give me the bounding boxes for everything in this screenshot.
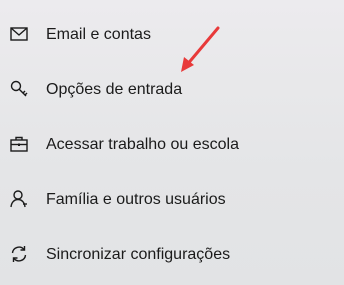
menu-item-sync-settings[interactable]: Sincronizar configurações bbox=[0, 234, 344, 278]
person-icon bbox=[8, 188, 30, 210]
menu-item-label: Acessar trabalho ou escola bbox=[46, 136, 239, 153]
briefcase-icon bbox=[8, 133, 30, 155]
menu-item-sign-in-options[interactable]: Opções de entrada bbox=[0, 69, 344, 113]
menu-item-access-work-school[interactable]: Acessar trabalho ou escola bbox=[0, 124, 344, 168]
settings-menu: Email e contas Opções de entrada Acessar… bbox=[0, 0, 344, 285]
menu-item-label: Sincronizar configurações bbox=[46, 246, 231, 263]
menu-item-family-other-users[interactable]: Família e outros usuários bbox=[0, 179, 344, 223]
menu-item-label: Opções de entrada bbox=[46, 81, 183, 98]
key-icon bbox=[8, 78, 30, 100]
mail-icon bbox=[8, 23, 30, 45]
menu-item-label: Email e contas bbox=[46, 26, 151, 43]
red-arrow-annotation bbox=[181, 26, 220, 72]
menu-item-email-accounts[interactable]: Email e contas bbox=[0, 14, 344, 58]
menu-item-label: Família e outros usuários bbox=[46, 191, 226, 208]
sync-icon bbox=[8, 243, 30, 265]
